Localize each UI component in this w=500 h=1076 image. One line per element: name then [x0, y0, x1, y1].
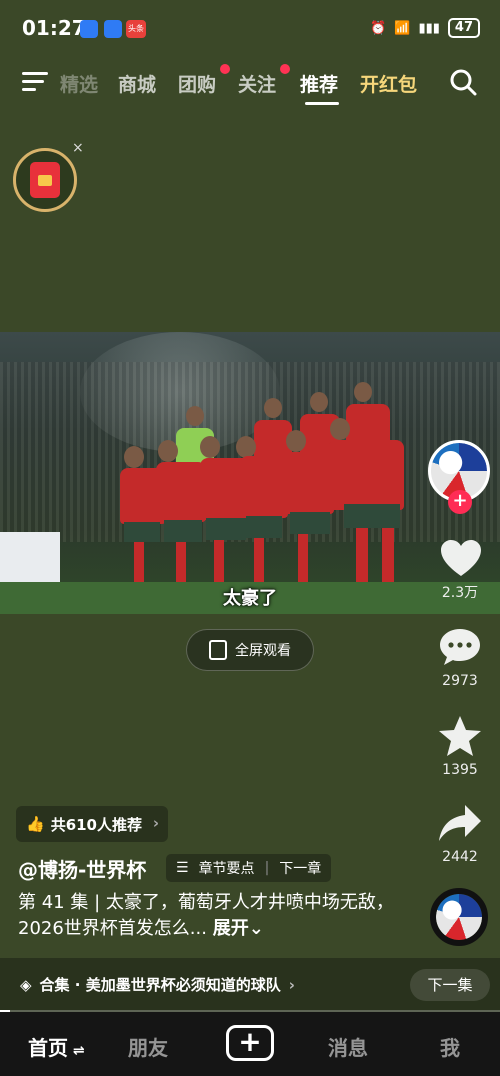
fullscreen-label: 全屏观看	[235, 643, 291, 659]
chevron-right-icon: ›	[288, 975, 295, 994]
star-icon[interactable]	[437, 714, 483, 758]
recommend-chip[interactable]: 👍 共610人推荐 ›	[16, 806, 168, 842]
top-tab-bar: 精选 商城 团购 关注 推荐 开红包	[0, 58, 500, 108]
chapter-points-label: 章节要点	[198, 861, 255, 877]
collection-label: 合集 · 美加墨世界杯必须知道的球队	[39, 976, 281, 994]
red-envelope-icon	[30, 162, 60, 198]
app-notification-icon	[104, 20, 122, 38]
next-chapter-label[interactable]: 下一章	[279, 858, 321, 878]
wifi-icon: 📶	[394, 20, 411, 36]
chevron-right-icon: ›	[152, 814, 159, 832]
menu-icon[interactable]	[22, 72, 48, 92]
search-icon[interactable]	[449, 68, 477, 96]
signal-icon: ▮▮▮	[418, 20, 440, 36]
tab-following[interactable]: 关注	[238, 70, 276, 97]
rotate-screen-icon	[209, 640, 227, 660]
status-time: 01:27	[22, 16, 86, 40]
heart-icon[interactable]	[439, 538, 483, 578]
next-episode-button[interactable]: 下一集	[410, 969, 490, 1001]
nav-me[interactable]: 我	[440, 1032, 460, 1061]
tab-mall[interactable]: 商城	[118, 70, 156, 97]
status-bar: 01:27 头条 ⏰ 📶 ▮▮▮ 47	[0, 0, 500, 56]
nav-friends[interactable]: 朋友	[128, 1032, 168, 1061]
notification-dot	[220, 64, 230, 74]
video-description: 第 41 集 | 太豪了，葡萄牙人才井喷中场无敌，2026世界杯首发怎么... …	[18, 890, 418, 942]
recommend-label: 共610人推荐	[50, 815, 142, 834]
video-player[interactable]: 太豪了	[0, 332, 500, 614]
tab-recommend[interactable]: 推荐	[300, 70, 338, 97]
comment-icon[interactable]	[438, 627, 482, 667]
tab-group-buy[interactable]: 团购	[178, 70, 216, 97]
alarm-icon: ⏰	[370, 20, 387, 36]
favorite-count: 1395	[442, 762, 478, 778]
layers-icon: ◈	[20, 975, 32, 994]
description-text: 第 41 集 | 太豪了，葡萄牙人才井喷中场无敌，2026世界杯首发怎么...	[18, 892, 394, 939]
battery-indicator: 47	[447, 18, 480, 38]
follow-plus-icon[interactable]: +	[448, 490, 472, 514]
nav-home[interactable]: 首页 ⇌	[28, 1032, 85, 1061]
nav-messages[interactable]: 消息	[328, 1032, 368, 1061]
share-count: 2442	[442, 849, 478, 865]
active-tab-indicator	[305, 102, 339, 105]
status-right: ⏰ 📶 ▮▮▮ 47	[370, 18, 480, 38]
create-plus-button[interactable]: +	[226, 1025, 274, 1061]
tab-red-packet[interactable]: 开红包	[360, 70, 417, 97]
notification-dot	[280, 64, 290, 74]
share-icon[interactable]	[437, 803, 483, 843]
sideline-board	[0, 532, 60, 584]
expand-link[interactable]: 展开	[213, 918, 249, 939]
chevron-down-icon: ⌄	[248, 918, 264, 939]
chapter-chip[interactable]: ☰ 章节要点 | 下一章	[166, 854, 332, 882]
list-icon: ☰	[176, 860, 189, 876]
thumbs-up-icon: 👍	[26, 815, 45, 833]
comment-count: 2973	[442, 673, 478, 689]
toutiao-notification-icon: 头条	[126, 20, 146, 38]
swap-icon: ⇌	[68, 1043, 85, 1059]
bottom-nav: 首页 ⇌ 朋友 + 消息 我	[0, 1012, 500, 1076]
red-packet-widget[interactable]	[13, 148, 77, 212]
author-name[interactable]: @博扬-世界杯	[18, 854, 146, 883]
envelope-seal	[38, 175, 52, 186]
close-icon[interactable]: ×	[72, 140, 84, 156]
like-count: 2.3万	[441, 585, 479, 601]
collection-title: ◈ 合集 · 美加墨世界杯必须知道的球队 ›	[20, 974, 295, 995]
fullscreen-button[interactable]: 全屏观看	[186, 629, 314, 671]
music-disc[interactable]	[430, 888, 488, 946]
tab-featured[interactable]: 精选	[60, 70, 98, 97]
app-notification-icon	[80, 20, 98, 38]
